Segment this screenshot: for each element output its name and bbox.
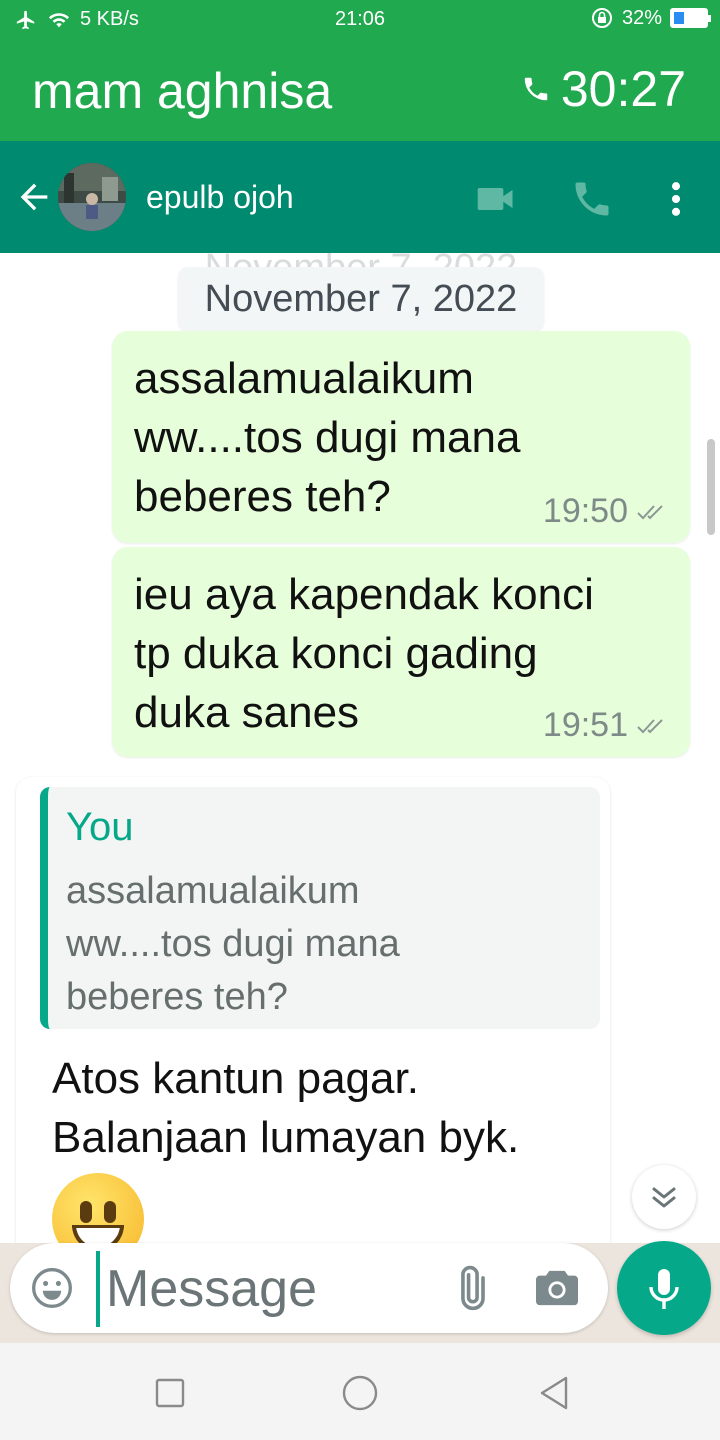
grinning-face-icon: [52, 1173, 144, 1243]
rotation-lock-icon: [591, 8, 612, 28]
message-time: 19:51: [542, 706, 628, 744]
back-arrow-icon[interactable]: [14, 177, 54, 217]
avatar-image: [58, 163, 126, 231]
double-check-icon: [637, 504, 663, 519]
battery-icon: [670, 8, 711, 28]
message-bubble-incoming[interactable]: You assalamualaikum ww....tos dugi mana …: [16, 777, 610, 1243]
double-chevron-down-icon: [652, 1187, 676, 1208]
message-list[interactable]: November 7, 2022 November 7, 2022 assala…: [0, 253, 720, 1243]
system-navigation-bar: [0, 1343, 720, 1440]
quote-text: assalamualaikum ww....tos dugi mana bebe…: [66, 870, 400, 1018]
voice-message-button[interactable]: [617, 1241, 711, 1335]
caller-name: mam aghnisa: [32, 63, 333, 119]
message-input[interactable]: [106, 1259, 436, 1319]
message-text: Atos kantun pagar. Balanjaan lumayan byk…: [52, 1054, 520, 1162]
more-options-icon[interactable]: [654, 177, 698, 221]
recent-apps-icon[interactable]: [150, 1373, 190, 1413]
avatar[interactable]: [58, 163, 126, 231]
microphone-icon: [649, 1269, 679, 1309]
message-bubble-outgoing[interactable]: assalamualaikum ww....tos dugi mana bebe…: [112, 331, 690, 543]
scroll-to-bottom-button[interactable]: [632, 1165, 696, 1229]
call-timer: 30:27: [521, 60, 686, 118]
text-cursor: [96, 1251, 100, 1327]
scrollbar[interactable]: [707, 439, 715, 535]
message-time: 19:50: [542, 492, 628, 530]
battery-fill: [674, 12, 684, 24]
message-composer: [10, 1243, 608, 1333]
chat-header: epulb ojoh: [0, 141, 720, 253]
quoted-message[interactable]: You assalamualaikum ww....tos dugi mana …: [40, 787, 600, 1029]
quote-author: You: [66, 805, 134, 849]
camera-icon[interactable]: [534, 1267, 580, 1309]
voice-call-icon[interactable]: [570, 177, 614, 221]
message-meta: 19:50: [543, 492, 668, 531]
status-right: 32%: [590, 6, 711, 30]
ongoing-call-banner[interactable]: mam aghnisa 30:27: [0, 40, 720, 141]
back-icon[interactable]: [534, 1373, 574, 1413]
double-check-icon: [637, 718, 663, 733]
message-bubble-outgoing[interactable]: ieu aya kapendak konci tp duka konci gad…: [112, 547, 690, 757]
contact-name[interactable]: epulb ojoh: [146, 179, 294, 216]
emoji-icon[interactable]: [30, 1266, 74, 1310]
video-call-icon[interactable]: [474, 177, 518, 221]
phone-icon: [524, 77, 548, 101]
attach-icon[interactable]: [446, 1265, 494, 1313]
date-chip: November 7, 2022: [178, 267, 544, 331]
home-icon[interactable]: [340, 1373, 380, 1413]
status-bar: 5 KB/s 21:06 32%: [0, 0, 720, 40]
battery-percent: 32%: [621, 6, 662, 29]
call-duration: 30:27: [560, 61, 686, 117]
message-meta: 19:51: [543, 706, 668, 745]
